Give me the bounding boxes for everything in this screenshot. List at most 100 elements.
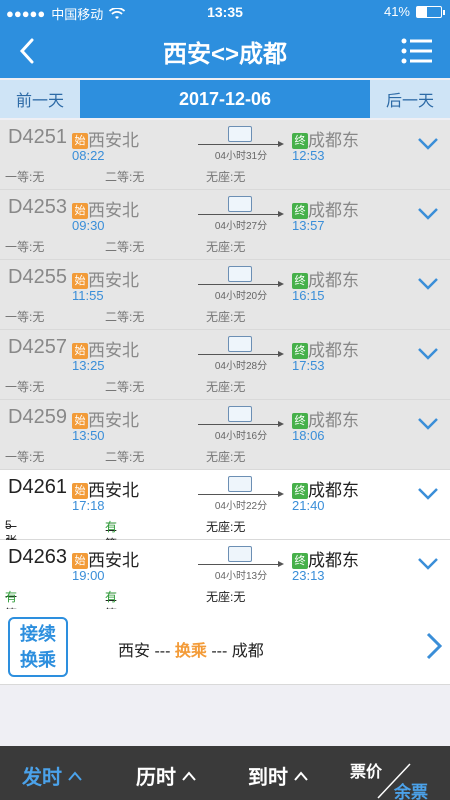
- sort-by-arrival[interactable]: 到时: [248, 761, 308, 790]
- prev-day-button[interactable]: 前一天: [0, 80, 80, 118]
- train-code: D4263: [8, 546, 67, 568]
- duration-text: 04小时31分: [214, 151, 268, 162]
- transfer-via: 换乘: [174, 643, 207, 660]
- first-class-seats: 一等:无: [5, 170, 45, 184]
- ticket-icon: [228, 406, 252, 422]
- status-time: 13:35: [207, 4, 243, 20]
- duration-block: 04小时28分: [198, 336, 284, 376]
- transfer-badge-line2: 换乘: [20, 650, 56, 670]
- caret-up-icon: [68, 770, 82, 781]
- departure-time: 13:25: [72, 358, 105, 373]
- train-row[interactable]: D4261 始西安北 17:18 04小时22分 终成都东 21:40 一等:5…: [0, 470, 450, 551]
- train-row[interactable]: D4257 始西安北 13:25 04小时28分 终成都东 17:53 一等:无…: [0, 330, 450, 400]
- status-bar: ●●●●● 中国移动 13:35 41%: [0, 0, 450, 24]
- battery-icon: [416, 5, 445, 18]
- transfer-from: 西安: [118, 643, 151, 660]
- duration-block: 04小时31分: [198, 126, 284, 166]
- sort-bar: 发时 历时 到时 票价 余票: [0, 746, 450, 800]
- no-seat-tickets: 无座:无: [206, 170, 246, 184]
- train-row[interactable]: D4255 始西安北 11:55 04小时20分 终成都东 16:15 一等:无…: [0, 260, 450, 330]
- route-arrow: [198, 491, 284, 497]
- route-arrow: [198, 421, 284, 427]
- transfer-badge-line1: 接续: [20, 624, 56, 644]
- train-list: D4251 始西安北 08:22 04小时31分 终成都东 12:53 一等:无…: [0, 120, 450, 621]
- route-arrow: [198, 211, 284, 217]
- duration-block: 04小时22分: [198, 476, 284, 516]
- chevron-right-icon[interactable]: [424, 631, 444, 661]
- list-menu-icon: [401, 38, 432, 64]
- no-seat-tickets: 无座:无: [206, 240, 246, 254]
- start-badge: 始: [72, 343, 88, 359]
- sort-by-duration[interactable]: 历时: [136, 761, 196, 790]
- seat-availability: 一等:无 二等:无 无座:无: [0, 448, 450, 466]
- start-badge: 始: [72, 413, 88, 429]
- start-badge: 始: [72, 553, 88, 569]
- departure-time: 13:50: [72, 428, 105, 443]
- price-remaining-toggle[interactable]: 票价 余票: [346, 754, 450, 800]
- duration-text: 04小时13分: [214, 571, 268, 582]
- ticket-icon: [228, 266, 252, 282]
- first-class-seats: 一等:无: [5, 450, 45, 464]
- ticket-icon: [228, 546, 252, 562]
- current-date[interactable]: 2017-12-06: [80, 80, 370, 118]
- departure-time: 09:30: [72, 218, 105, 233]
- duration-text: 04小时27分: [214, 221, 268, 232]
- chevron-down-icon[interactable]: [416, 136, 440, 152]
- no-seat-tickets: 无座:无: [206, 450, 246, 464]
- chevron-down-icon[interactable]: [416, 486, 440, 502]
- chevron-down-icon[interactable]: [416, 556, 440, 572]
- end-badge: 终: [292, 483, 308, 499]
- arrival-time: 16:15: [292, 288, 325, 303]
- train-row[interactable]: D4259 始西安北 13:50 04小时16分 终成都东 18:06 一等:无…: [0, 400, 450, 470]
- train-row[interactable]: D4263 始西安北 19:00 04小时13分 终成都东 23:13 一等:有…: [0, 540, 450, 621]
- duration-block: 04小时16分: [198, 406, 284, 446]
- arrival-time: 17:53: [292, 358, 325, 373]
- sort-by-departure[interactable]: 发时: [22, 761, 82, 790]
- arrival-time: 13:57: [292, 218, 325, 233]
- duration-text: 04小时28分: [214, 361, 268, 372]
- ticket-icon: [228, 126, 252, 142]
- sort-duration-label: 历时: [136, 767, 176, 789]
- chevron-down-icon[interactable]: [416, 276, 440, 292]
- train-code: D4255: [8, 266, 67, 288]
- transfer-separator: ---: [206, 643, 232, 660]
- seat-availability: 一等:无 二等:无 无座:无: [0, 238, 450, 256]
- caret-up-icon: [182, 770, 196, 781]
- route-arrow: [198, 141, 284, 147]
- chevron-down-icon[interactable]: [416, 346, 440, 362]
- page-title: 西安<>成都: [162, 41, 288, 68]
- train-row[interactable]: D4251 始西安北 08:22 04小时31分 终成都东 12:53 一等:无…: [0, 120, 450, 190]
- seat-availability: 一等:无 二等:无 无座:无: [0, 168, 450, 186]
- route-arrow: [198, 351, 284, 357]
- sort-departure-label: 发时: [22, 767, 62, 789]
- transfer-badge: 接续 换乘: [8, 617, 68, 677]
- train-code: D4261: [8, 476, 67, 498]
- train-code: D4259: [8, 406, 67, 428]
- transfer-row[interactable]: 接续 换乘 西安 --- 换乘 --- 成都: [0, 609, 450, 685]
- train-row[interactable]: D4253 始西安北 09:30 04小时27分 终成都东 13:57 一等:无…: [0, 190, 450, 260]
- no-seat-tickets: 无座:无: [206, 590, 246, 604]
- no-seat-tickets: 无座:无: [206, 380, 246, 394]
- departure-time: 19:00: [72, 568, 105, 583]
- train-code: D4253: [8, 196, 67, 218]
- departure-time: 11:55: [72, 288, 104, 303]
- departure-time: 08:22: [72, 148, 105, 163]
- menu-button[interactable]: [400, 36, 434, 66]
- chevron-down-icon[interactable]: [416, 206, 440, 222]
- first-class-count: 有: [5, 590, 18, 604]
- next-day-button[interactable]: 后一天: [370, 80, 450, 118]
- second-class-seats: 二等:无: [105, 170, 145, 184]
- duration-text: 04小时20分: [214, 291, 268, 302]
- train-code: D4257: [8, 336, 67, 358]
- first-class-seats: 一等:无: [5, 240, 45, 254]
- arrival-time: 23:13: [292, 568, 325, 583]
- arrival-time: 12:53: [292, 148, 325, 163]
- chevron-down-icon[interactable]: [416, 416, 440, 432]
- first-class-seats: 一等:无: [5, 310, 45, 324]
- route-arrow: [198, 561, 284, 567]
- no-seat-tickets: 无座:无: [206, 310, 246, 324]
- battery-percent: 41%: [383, 4, 410, 19]
- nav-bar: 西安<>成都: [0, 24, 450, 78]
- second-class-seats: 二等:无: [105, 450, 145, 464]
- battery-fill: [417, 6, 427, 17]
